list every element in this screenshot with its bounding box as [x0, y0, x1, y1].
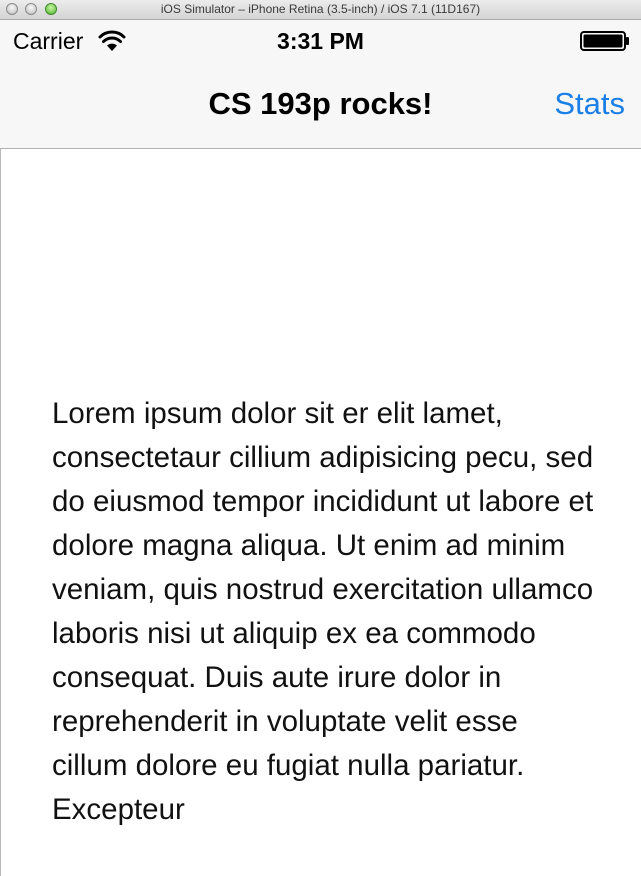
battery-icon [580, 31, 629, 51]
body-text: Lorem ipsum dolor sit er elit lamet, con… [52, 397, 594, 826]
window-titlebar[interactable]: iOS Simulator – iPhone Retina (3.5-inch)… [0, 0, 641, 20]
nav-title: CS 193p rocks! [208, 86, 433, 121]
content-view[interactable]: Lorem ipsum dolor sit er elit lamet, con… [0, 149, 641, 876]
ios-status-bar: Carrier 3:31 PM [0, 20, 641, 62]
simulator-window: iOS Simulator – iPhone Retina (3.5-inch)… [0, 0, 641, 876]
status-time: 3:31 PM [277, 28, 364, 54]
battery-level-fill [583, 34, 623, 48]
window-title: iOS Simulator – iPhone Retina (3.5-inch)… [160, 2, 481, 16]
navigation-bar: CS 193p rocks! Stats [0, 62, 641, 149]
stats-button[interactable]: Stats [554, 86, 625, 122]
